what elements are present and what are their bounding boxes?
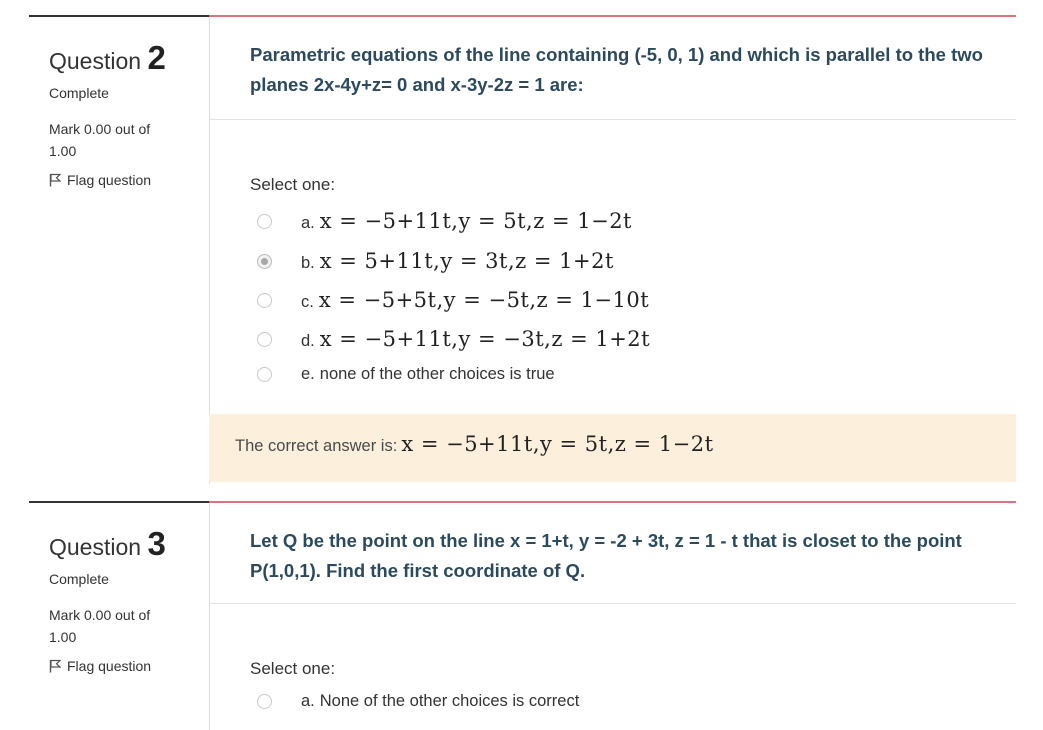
option-letter: d. [301,332,315,350]
question-number: Question 2 [49,39,166,77]
info-divider [29,501,209,503]
option-math: x = −5+5t,y = −5t,z = 1−10t [318,288,650,312]
flag-question-link[interactable]: Flag question [49,658,151,674]
info-divider [29,15,209,17]
question-content: Parametric equations of the line contain… [209,15,1016,485]
answer-option-b[interactable]: b. x = 5+11t,y = 3t,z = 1+2t [257,249,614,273]
flag-question-link[interactable]: Flag question [49,172,151,188]
option-c-label: c. x = −5+5t,y = −5t,z = 1−10t [301,288,649,312]
option-math: x = −5+11t,y = −3t,z = 1+2t [319,327,651,351]
question-info: Question 3 Complete Mark 0.00 out of 1.0… [29,501,209,721]
content-divider [209,501,1016,503]
option-letter: a. [301,692,315,710]
option-letter: a. [301,214,315,232]
radio-option-c[interactable] [257,292,272,308]
radio-option-d[interactable] [257,331,272,347]
question-2: Question 2 Complete Mark 0.00 out of 1.0… [0,15,1043,505]
option-e-label: e. none of the other choices is true [301,365,555,384]
flag-question-label: Flag question [67,658,152,674]
feedback-box: The correct answer is: x = −5+11t,y = 5t… [209,414,1016,482]
question-label: Question [49,48,142,74]
select-prompt: Select one: [250,175,336,194]
option-text: none of the other choices is true [319,365,555,383]
question-text: Parametric equations of the line contain… [250,44,983,95]
option-letter: b. [301,254,315,272]
question-content: Let Q be the point on the line x = 1+t, … [209,501,1016,730]
answer-option-e[interactable]: e. none of the other choices is true [257,365,555,384]
option-a-label: a. None of the other choices is correct [301,692,579,711]
question-grade: Mark 0.00 out of 1.00 [49,607,151,645]
correct-answer-label: The correct answer is: [235,437,398,455]
correct-answer-math: x = −5+11t,y = 5t,z = 1−2t [401,432,714,456]
answer-option-d[interactable]: d. x = −5+11t,y = −3t,z = 1+2t [257,327,650,351]
option-d-label: d. x = −5+11t,y = −3t,z = 1+2t [301,327,650,351]
select-prompt: Select one: [250,659,336,678]
answer-option-a[interactable]: a. None of the other choices is correct [257,692,579,711]
option-text: None of the other choices is correct [319,692,580,710]
question-number-value: 2 [147,39,166,76]
radio-option-a[interactable] [257,694,272,709]
option-letter: c. [301,293,314,311]
radio-option-b[interactable] [257,253,272,269]
flag-icon [49,659,61,673]
option-a-label: a. x = −5+11t,y = 5t,z = 1−2t [301,209,632,233]
option-letter: e. [301,365,315,383]
question-state: Complete [49,85,109,101]
answer-option-a[interactable]: a. x = −5+11t,y = 5t,z = 1−2t [257,209,632,233]
flag-icon [49,173,61,187]
flag-question-label: Flag question [67,172,152,188]
question-number: Question 3 [49,525,166,563]
answer-option-c[interactable]: c. x = −5+5t,y = −5t,z = 1−10t [257,288,649,312]
radio-option-e[interactable] [257,367,272,382]
radio-option-a[interactable] [257,213,272,229]
option-math: x = 5+11t,y = 3t,z = 1+2t [319,249,614,273]
question-separator [209,603,1016,604]
question-state: Complete [49,571,109,587]
question-info: Question 2 Complete Mark 0.00 out of 1.0… [29,15,209,235]
question-text: Let Q be the point on the line x = 1+t, … [250,530,962,581]
content-divider [209,15,1016,17]
question-grade: Mark 0.00 out of 1.00 [49,121,151,159]
question-label: Question [49,534,142,560]
option-b-label: b. x = 5+11t,y = 3t,z = 1+2t [301,249,614,273]
question-separator [209,119,1016,120]
correct-answer: The correct answer is: x = −5+11t,y = 5t… [235,432,714,456]
option-math: x = −5+11t,y = 5t,z = 1−2t [319,209,632,233]
question-3: Question 3 Complete Mark 0.00 out of 1.0… [0,501,1043,730]
question-number-value: 3 [147,525,166,562]
